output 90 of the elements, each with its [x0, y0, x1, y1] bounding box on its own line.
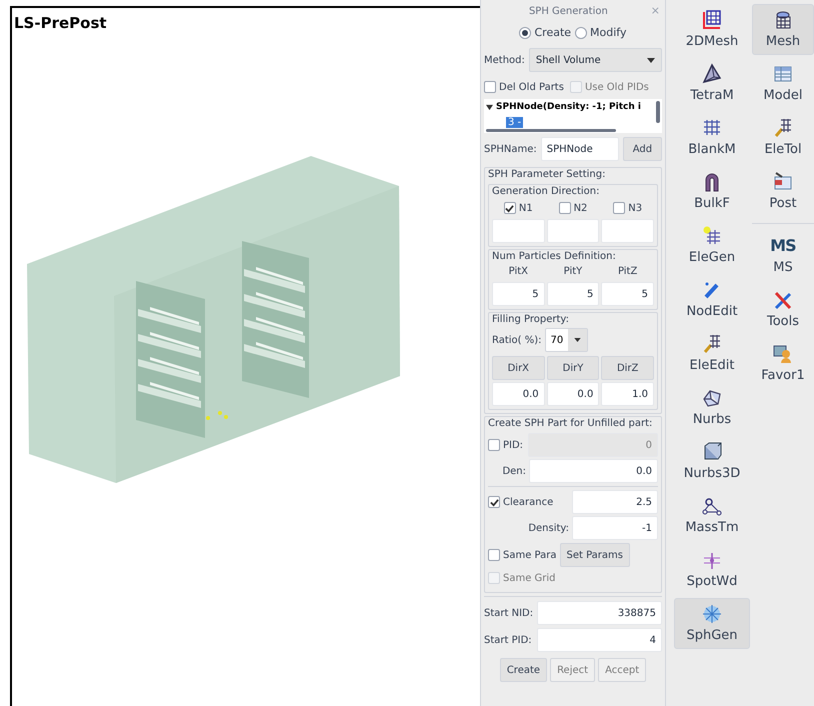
toolbar-button[interactable]: Tools: [752, 284, 814, 335]
checkbox[interactable]: [613, 202, 626, 214]
toolbar-button[interactable]: MS MS: [752, 230, 814, 281]
toolbar-button[interactable]: TetraM: [674, 58, 750, 109]
radio-option[interactable]: Create: [519, 24, 572, 42]
toolbar-button[interactable]: Model: [752, 58, 814, 109]
toolbar-button[interactable]: Mesh: [752, 4, 814, 55]
group-title: SPH Parameter Setting:: [488, 168, 606, 182]
checkbox[interactable]: [504, 202, 516, 214]
checkbox[interactable]: [484, 81, 496, 93]
column-label: PitX: [508, 265, 530, 279]
snowflake-icon: [701, 603, 723, 625]
toolbar-button[interactable]: MassTm: [674, 490, 750, 541]
toolbar-button[interactable]: EleTol: [752, 112, 814, 163]
wand-icon: [701, 333, 723, 355]
grid-icon: [701, 9, 723, 31]
checkbox-label: N3: [628, 202, 642, 216]
viewport-title: LS-PrePost: [14, 14, 108, 32]
den-field[interactable]: 0.0: [529, 459, 658, 483]
group-title: Create SPH Part for Unfilled part:: [488, 417, 654, 431]
tetrahedron-icon: [701, 63, 723, 85]
action-button[interactable]: Create: [500, 658, 548, 682]
grid-icon: [701, 225, 723, 247]
dialog-title: SPH Generation: [528, 4, 609, 18]
checkbox-label: Use Old PIDs: [584, 80, 649, 94]
toolbar-button[interactable]: BlankM: [674, 112, 750, 163]
method-dropdown[interactable]: Shell Volume: [528, 48, 662, 72]
column-label: PitY: [562, 265, 584, 279]
toolbar-button[interactable]: SphGen: [674, 598, 750, 649]
clearance-label: Clearance: [503, 496, 554, 510]
checkbox-label: Same Para: [503, 548, 556, 562]
toolbar-button[interactable]: BulkF: [674, 166, 750, 217]
ratio-dropdown[interactable]: 70: [544, 328, 588, 352]
column-label: PitZ: [616, 265, 638, 279]
pitch-field[interactable]: 5: [492, 282, 545, 306]
direction-field[interactable]: [546, 219, 600, 243]
direction-button[interactable]: DirZ: [601, 356, 654, 380]
pitch-field[interactable]: 5: [601, 282, 654, 306]
toolbar-button[interactable]: Nurbs3D: [674, 436, 750, 487]
checkbox[interactable]: [488, 549, 500, 561]
toolbar-button[interactable]: EleGen: [674, 220, 750, 271]
checkbox[interactable]: [488, 439, 500, 451]
pitch-field[interactable]: 5: [546, 282, 600, 306]
toolbar-button[interactable]: Post: [752, 166, 814, 217]
checkbox-label: N2: [574, 202, 588, 216]
logo-icon: MS: [770, 235, 796, 257]
wand-icon: [772, 117, 794, 139]
name-field[interactable]: SPHNode: [540, 137, 619, 161]
toolbar-button[interactable]: Nurbs: [674, 382, 750, 433]
toolbar-button[interactable]: Favor1: [752, 338, 814, 389]
tree-item[interactable]: SPHNode(Density: -1; Pitch i: [496, 101, 641, 114]
pid-label: PID:: [503, 438, 524, 452]
direction-button[interactable]: DirY: [546, 356, 600, 380]
users-icon: [772, 343, 794, 365]
start-pid-field[interactable]: 4: [537, 628, 662, 652]
density-label: Density:: [527, 522, 569, 536]
direction-field[interactable]: 1.0: [601, 382, 654, 406]
checkbox-label: Del Old Parts: [499, 80, 564, 94]
ratio-label: Ratio( %):: [492, 334, 542, 348]
direction-button[interactable]: DirX: [492, 356, 545, 380]
group-title: Num Particles Definition:: [492, 250, 617, 264]
name-label: SPHName:: [484, 142, 537, 156]
clearance-field[interactable]: 2.5: [572, 490, 658, 514]
set-params-button[interactable]: Set Params: [560, 543, 630, 567]
add-button[interactable]: Add: [622, 137, 662, 161]
direction-field[interactable]: 0.0: [546, 382, 600, 406]
caret-icon: [574, 338, 582, 342]
checkbox[interactable]: [488, 496, 500, 508]
method-label: Method:: [484, 54, 525, 68]
group-title: Filling Property:: [492, 313, 570, 327]
radio-option[interactable]: Modify: [575, 24, 626, 42]
toolbar-button[interactable]: EleEdit: [674, 328, 750, 379]
direction-field[interactable]: [601, 219, 654, 243]
toolbar-button[interactable]: 2DMesh: [674, 4, 750, 55]
tree-item[interactable]: 3 -: [506, 116, 524, 128]
checkbox-label: N1: [518, 202, 533, 216]
toolbar-button[interactable]: SpotWd: [674, 544, 750, 595]
caret-icon: [647, 58, 655, 62]
den-label: Den:: [501, 464, 526, 478]
field-label: Start NID:: [484, 606, 534, 620]
direction-field[interactable]: [492, 219, 545, 243]
direction-field[interactable]: 0.0: [492, 382, 545, 406]
checkbox-label: Same Grid: [503, 572, 556, 586]
start-nid-field[interactable]: 338875: [537, 601, 662, 625]
density-field[interactable]: -1: [572, 516, 658, 540]
checkbox[interactable]: [558, 202, 571, 214]
toolbar-button[interactable]: NodEdit: [674, 274, 750, 325]
field-label: Start PID:: [484, 634, 533, 648]
group-title: Generation Direction:: [492, 185, 601, 199]
tools-icon: [772, 289, 794, 311]
